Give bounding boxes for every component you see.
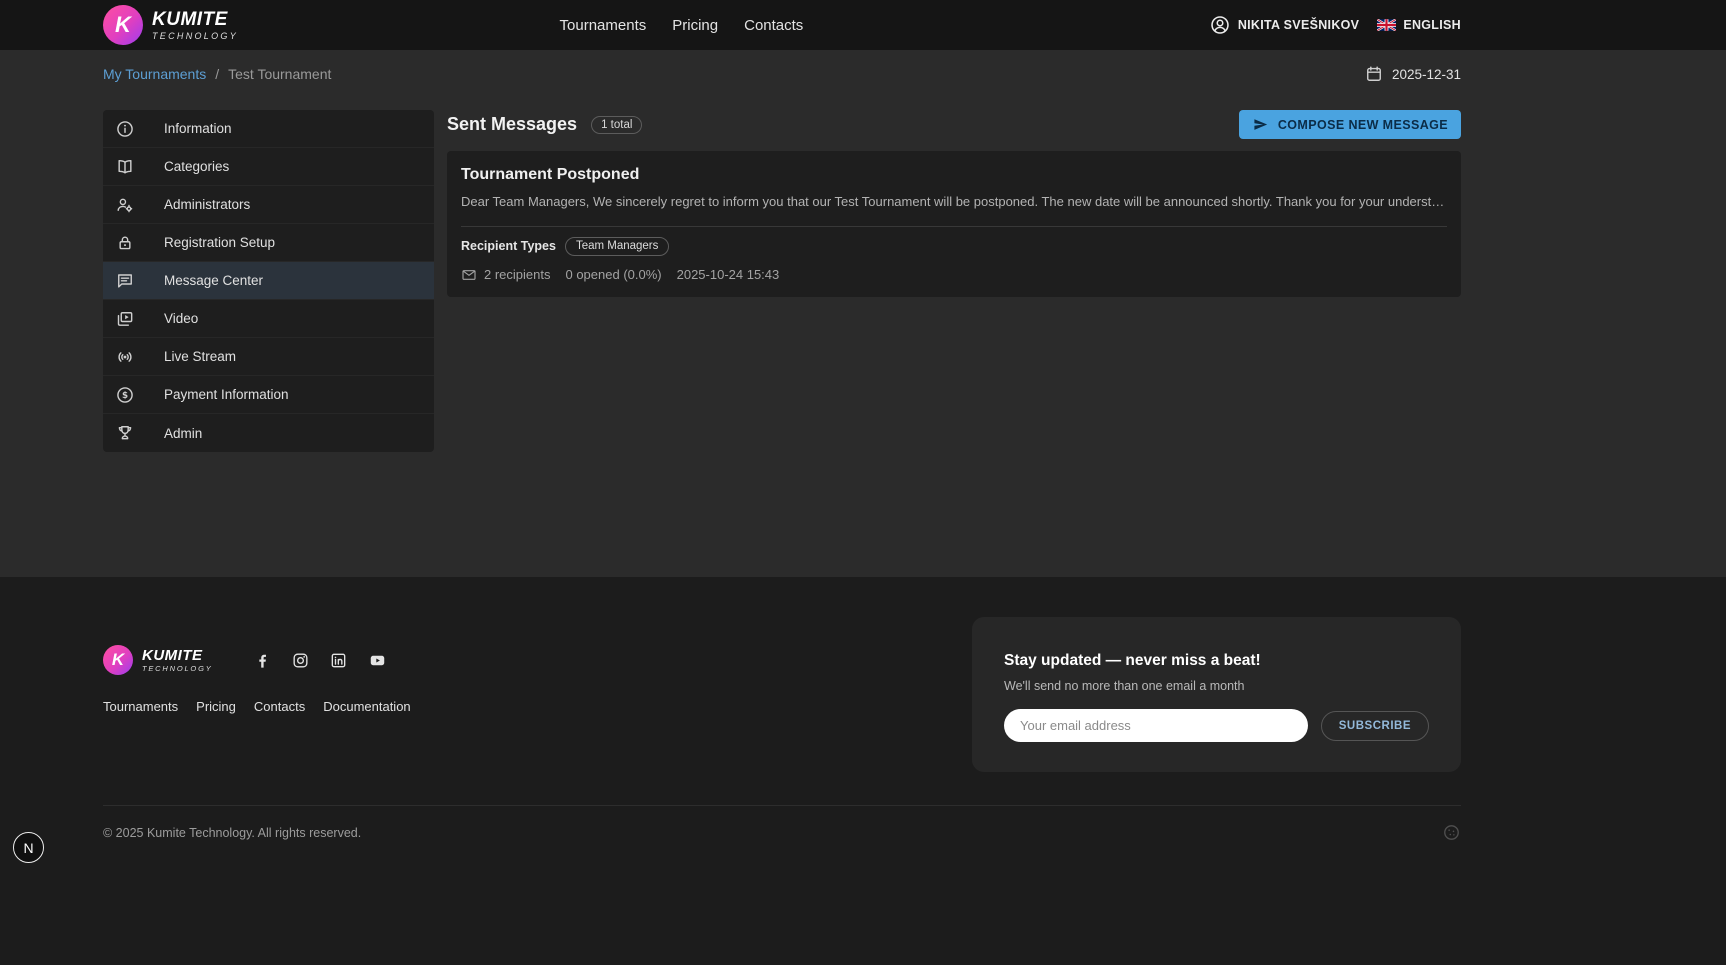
social-links bbox=[253, 651, 388, 670]
page-title: Sent Messages bbox=[447, 114, 577, 135]
nav-link-pricing[interactable]: Pricing bbox=[672, 17, 718, 34]
navbar-right: NIKITA SVEŠNIKOV ENGLISH bbox=[1209, 14, 1461, 36]
breadcrumb-separator: / bbox=[215, 66, 219, 82]
chat-icon bbox=[115, 271, 135, 291]
mail-icon bbox=[461, 267, 477, 283]
broadcast-icon bbox=[115, 347, 135, 367]
sidebar-item-registration-setup[interactable]: Registration Setup bbox=[103, 224, 434, 262]
tournament-date-value: 2025-12-31 bbox=[1392, 67, 1461, 82]
dollar-icon: $ bbox=[115, 385, 135, 405]
user-menu[interactable]: NIKITA SVEŠNIKOV bbox=[1209, 14, 1359, 36]
sidebar-item-administrators[interactable]: Administrators bbox=[103, 186, 434, 224]
calendar-icon bbox=[1364, 64, 1384, 84]
main-area: My Tournaments / Test Tournament 2025-12… bbox=[0, 50, 1726, 577]
page-footer: K KUMITE TECHNOLOGY bbox=[0, 577, 1726, 965]
tournament-date: 2025-12-31 bbox=[1364, 64, 1461, 84]
recipient-type-chip: Team Managers bbox=[565, 237, 669, 256]
copyright-text: © 2025 Kumite Technology. All rights res… bbox=[103, 826, 361, 840]
footer-nav: Tournaments Pricing Contacts Documentati… bbox=[103, 699, 411, 714]
sidebar-item-admin[interactable]: Admin bbox=[103, 414, 434, 452]
recipient-types-label: Recipient Types bbox=[461, 239, 556, 253]
email-input[interactable] bbox=[1004, 709, 1308, 742]
brand-logo[interactable]: K KUMITE TECHNOLOGY bbox=[103, 5, 238, 45]
message-center-panel: Sent Messages 1 total COMPOSE NEW MESSAG… bbox=[447, 110, 1461, 452]
language-label: ENGLISH bbox=[1403, 18, 1461, 32]
top-navbar: K KUMITE TECHNOLOGY Tournaments Pricing … bbox=[0, 0, 1726, 50]
linkedin-icon[interactable] bbox=[329, 651, 348, 670]
sent-timestamp: 2025-10-24 15:43 bbox=[677, 267, 780, 282]
breadcrumb: My Tournaments / Test Tournament 2025-12… bbox=[103, 50, 1461, 84]
total-count-badge: 1 total bbox=[591, 116, 642, 134]
info-icon bbox=[115, 119, 135, 139]
youtube-icon[interactable] bbox=[367, 651, 388, 670]
footer-link-tournaments[interactable]: Tournaments bbox=[103, 699, 178, 714]
sidebar-item-live-stream[interactable]: Live Stream bbox=[103, 338, 434, 376]
floating-widget-button[interactable]: N bbox=[13, 832, 44, 863]
facebook-icon[interactable] bbox=[253, 651, 272, 670]
newsletter-title: Stay updated — never miss a beat! bbox=[1004, 652, 1429, 670]
footer-link-contacts[interactable]: Contacts bbox=[254, 699, 305, 714]
account-icon bbox=[1209, 14, 1231, 36]
footer-link-documentation[interactable]: Documentation bbox=[323, 699, 410, 714]
language-selector[interactable]: ENGLISH bbox=[1377, 18, 1461, 32]
message-card[interactable]: Tournament Postponed Dear Team Managers,… bbox=[447, 151, 1461, 297]
brand-logo-mark-icon: K bbox=[103, 5, 143, 45]
lock-icon bbox=[115, 233, 135, 253]
sidebar-item-categories[interactable]: Categories bbox=[103, 148, 434, 186]
newsletter-card: Stay updated — never miss a beat! We'll … bbox=[972, 617, 1461, 772]
sidebar-item-video[interactable]: Video bbox=[103, 300, 434, 338]
opened-stat: 0 opened (0.0%) bbox=[565, 267, 661, 282]
sidebar-item-payment-information[interactable]: $ Payment Information bbox=[103, 376, 434, 414]
newsletter-subtitle: We'll send no more than one email a mont… bbox=[1004, 679, 1429, 693]
categories-book-icon bbox=[115, 157, 135, 177]
svg-text:$: $ bbox=[122, 391, 128, 401]
recipients-count: 2 recipients bbox=[461, 267, 550, 283]
nav-link-contacts[interactable]: Contacts bbox=[744, 17, 803, 34]
trophy-icon bbox=[115, 423, 135, 443]
brand-logo-text: KUMITE TECHNOLOGY bbox=[152, 10, 238, 41]
sidebar-item-information[interactable]: Information bbox=[103, 110, 434, 148]
message-body: Dear Team Managers, We sincerely regret … bbox=[461, 193, 1447, 212]
video-library-icon bbox=[115, 309, 135, 329]
instagram-icon[interactable] bbox=[291, 651, 310, 670]
main-nav: Tournaments Pricing Contacts bbox=[560, 17, 804, 34]
compose-new-message-button[interactable]: COMPOSE NEW MESSAGE bbox=[1239, 110, 1461, 139]
card-divider bbox=[461, 226, 1447, 227]
subscribe-button[interactable]: SUBSCRIBE bbox=[1321, 711, 1429, 741]
breadcrumb-link-my-tournaments[interactable]: My Tournaments bbox=[103, 66, 206, 82]
footer-brand-logo-mark-icon: K bbox=[103, 645, 133, 675]
sidebar-item-message-center[interactable]: Message Center bbox=[103, 262, 434, 300]
cookie-settings-icon[interactable] bbox=[1442, 823, 1461, 842]
user-name: NIKITA SVEŠNIKOV bbox=[1238, 18, 1359, 32]
message-title: Tournament Postponed bbox=[461, 166, 1447, 184]
footer-link-pricing[interactable]: Pricing bbox=[196, 699, 236, 714]
footer-brand-logo[interactable]: K KUMITE TECHNOLOGY bbox=[103, 645, 213, 675]
breadcrumb-current: Test Tournament bbox=[228, 66, 331, 82]
nav-link-tournaments[interactable]: Tournaments bbox=[560, 17, 647, 34]
admin-person-icon bbox=[115, 195, 135, 215]
tournament-sidebar: Information Categories Administrators bbox=[103, 110, 434, 452]
send-icon bbox=[1252, 116, 1269, 133]
uk-flag-icon bbox=[1377, 19, 1396, 31]
